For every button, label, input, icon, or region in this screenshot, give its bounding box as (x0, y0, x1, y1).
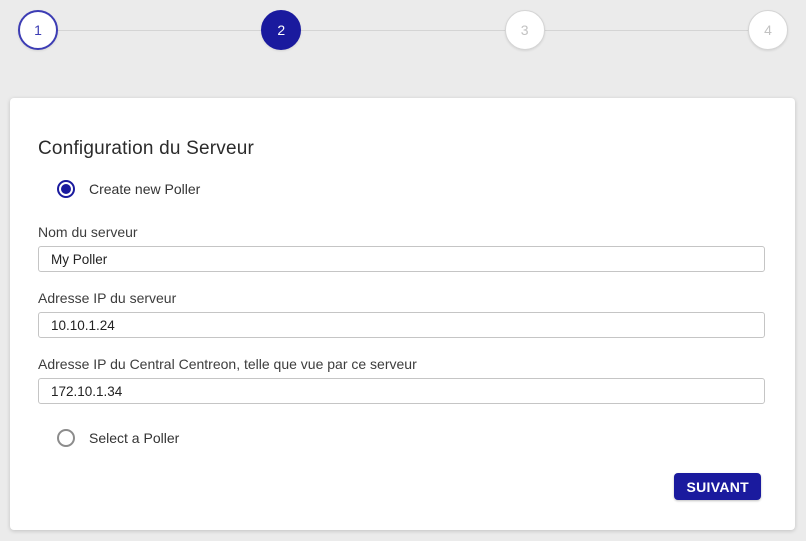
select-a-poller-label[interactable]: Select a Poller (89, 430, 179, 446)
select-a-poller-radio[interactable] (57, 429, 75, 447)
stepper-step-2[interactable]: 2 (261, 10, 301, 50)
server-name-label: Nom du serveur (38, 224, 763, 240)
create-new-poller-label[interactable]: Create new Poller (89, 181, 200, 197)
stepper-step-4[interactable]: 4 (748, 10, 788, 50)
page-title: Configuration du Serveur (38, 138, 763, 160)
server-configuration-card: Configuration du Serveur Create new Poll… (10, 98, 795, 530)
stepper-step-1[interactable]: 1 (18, 10, 58, 50)
central-ip-label: Adresse IP du Central Centreon, telle qu… (38, 356, 763, 372)
server-ip-label: Adresse IP du serveur (38, 290, 763, 306)
central-ip-input[interactable] (38, 378, 765, 404)
next-button[interactable]: SUIVANT (674, 473, 761, 500)
server-name-input[interactable] (38, 246, 765, 272)
select-a-poller-option[interactable]: Select a Poller (38, 429, 763, 447)
stepper-step-3-number: 3 (521, 22, 529, 38)
stepper-step-4-number: 4 (764, 22, 772, 38)
stepper-step-2-number: 2 (277, 22, 285, 38)
create-new-poller-radio[interactable] (57, 180, 75, 198)
stepper-step-3[interactable]: 3 (505, 10, 545, 50)
stepper-step-1-number: 1 (34, 22, 42, 38)
wizard-stepper: 1 2 3 4 (0, 0, 806, 50)
create-new-poller-option[interactable]: Create new Poller (38, 180, 763, 198)
server-ip-input[interactable] (38, 312, 765, 338)
radio-selected-dot-icon (61, 184, 71, 194)
